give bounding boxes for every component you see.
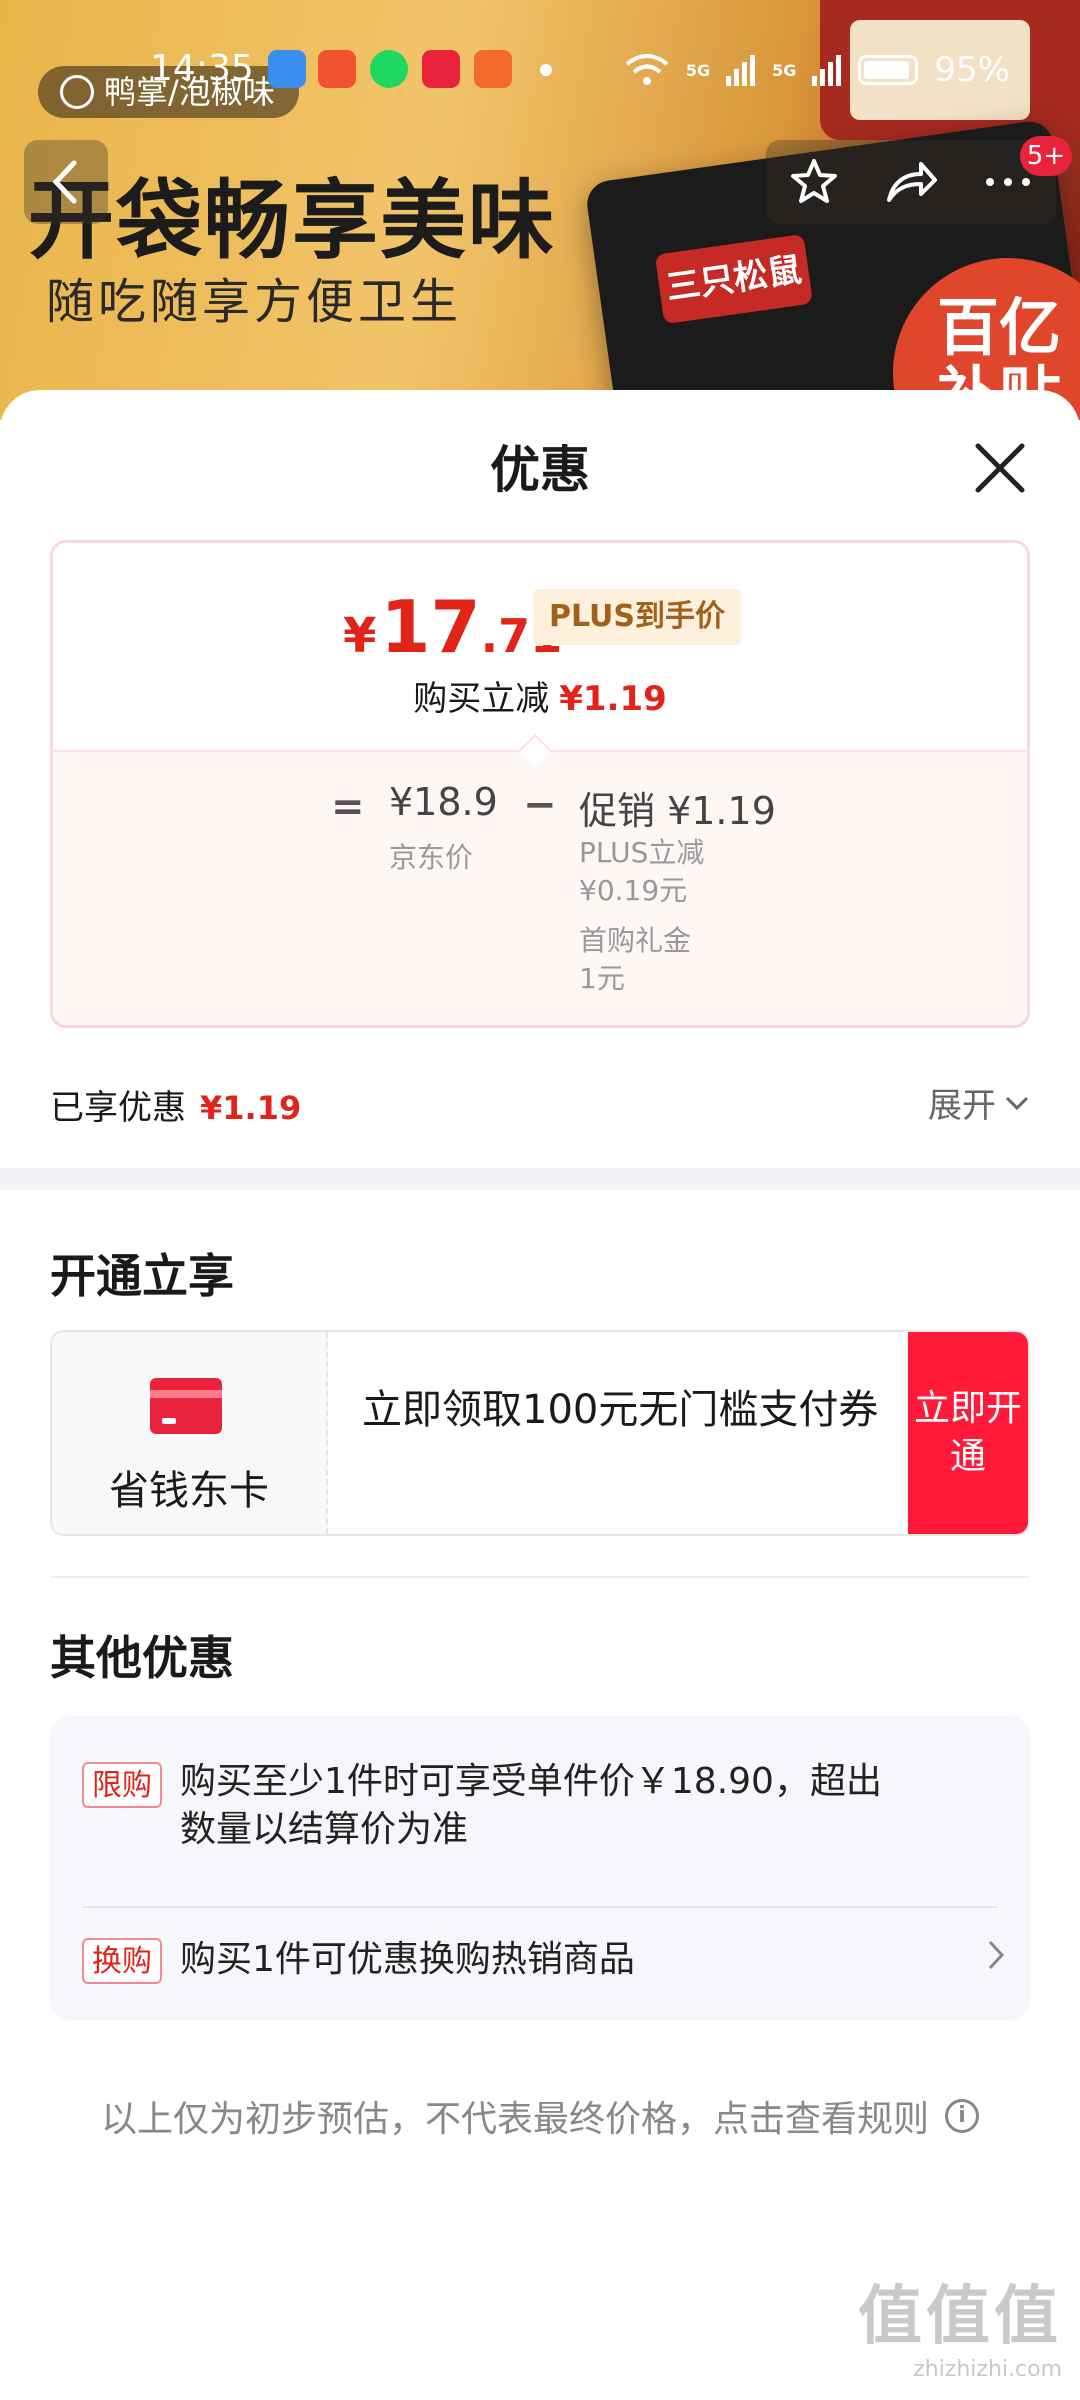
battery-percent: 95% — [934, 50, 1010, 90]
enjoyed-discount: 已享优惠 ¥1.19 — [50, 1080, 301, 1129]
savings-card-text: 立即领取100元无门槛支付券 — [362, 1387, 879, 1433]
promo-detail: 1元 — [579, 962, 625, 995]
signal-icon-2 — [812, 55, 842, 86]
price-formula: = ¥18.9 京东价 − 促销 ¥1.19 PLUS立减 ¥0.19元 首购礼… — [53, 750, 1027, 1025]
chevron-down-icon — [1005, 1096, 1029, 1110]
signal-label-2: 5G — [772, 60, 797, 80]
plus-price-tag: PLUS到手价 — [533, 589, 742, 645]
watermark-url: zhizhizhi.com — [913, 2357, 1062, 2382]
savings-card-name: 省钱东卡 — [109, 1468, 269, 1514]
chevron-left-icon — [52, 160, 77, 204]
price-integer: 17 — [380, 585, 481, 669]
top-action-bar — [766, 140, 1056, 224]
watermark-logo: 值值值 — [858, 2280, 1062, 2354]
minus-sign: − — [523, 782, 557, 828]
promo-detail: 首购礼金 — [579, 924, 692, 957]
message-count-badge: 5+ — [1020, 136, 1072, 176]
promo-detail: ¥0.19元 — [579, 874, 688, 907]
share-icon[interactable] — [883, 156, 939, 208]
bag-logo: 三只松鼠 — [654, 233, 814, 325]
search-app-icon — [268, 50, 306, 88]
exchange-tag: 换购 — [82, 1938, 162, 1984]
enjoyed-label: 已享优惠 — [50, 1088, 186, 1128]
expand-label: 展开 — [928, 1086, 996, 1126]
wifi-icon — [625, 54, 669, 85]
offer-divider — [82, 1906, 998, 1908]
back-button[interactable] — [24, 140, 108, 224]
price-currency: ¥ — [343, 608, 377, 664]
signal-label-1: 5G — [685, 60, 711, 80]
status-bar: 14:35 5G 5G 95% — [0, 40, 1080, 104]
reduce-amount: ¥1.19 — [559, 679, 667, 719]
jd-price: ¥18.9 — [389, 780, 498, 824]
instant-reduce: 购买立减 ¥1.19 — [53, 671, 1027, 720]
enjoyed-amount: ¥1.19 — [200, 1089, 302, 1127]
disclaimer-text: 以上仅为初步预估，不代表最终价格，点击查看规则 — [100, 2099, 929, 2140]
price-breakdown-card: ¥ 17 .71 PLUS到手价 购买立减 ¥1.19 = ¥18.9 京东价 −… — [50, 540, 1030, 1028]
jd-price-label: 京东价 — [389, 841, 474, 874]
reduce-label: 购买立减 — [413, 679, 550, 719]
savings-card-badge: 省钱东卡 — [52, 1332, 328, 1534]
banner-subtitle: 随吃随享方便卫生 — [46, 274, 463, 330]
watermark: 值值值 zhizhizhi.com — [858, 2265, 1062, 2382]
open-section-title: 开通立享 — [50, 1249, 234, 1303]
exchange-offer-text[interactable]: 购买1件可优惠换购热销商品 — [180, 1936, 940, 1984]
promo-amount: 促销 ¥1.19 — [579, 789, 776, 833]
battery-icon — [858, 55, 919, 85]
price-disclaimer[interactable]: 以上仅为初步预估，不代表最终价格，点击查看规则 i — [0, 2090, 1080, 2142]
other-section-title: 其他优惠 — [50, 1631, 234, 1685]
subsidy-badge-line1: 百亿 — [937, 291, 1062, 364]
chevron-right-icon[interactable] — [986, 1938, 1006, 1972]
limit-tag: 限购 — [82, 1762, 162, 1808]
expand-button[interactable]: 展开 — [928, 1078, 1030, 1127]
close-icon[interactable] — [970, 438, 1030, 498]
shopping-app-icon — [474, 50, 512, 88]
signal-icon — [726, 55, 756, 86]
final-price-area: ¥ 17 .71 PLUS到手价 购买立减 ¥1.19 — [53, 543, 1027, 750]
status-time: 14:35 — [150, 48, 254, 89]
promo-detail: PLUS立减 — [579, 836, 705, 869]
divider — [50, 1576, 1030, 1578]
spotify-icon — [370, 50, 408, 88]
final-price: ¥ 17 .71 — [343, 585, 562, 669]
more-notifications-dot — [540, 64, 552, 76]
credit-card-icon — [150, 1378, 222, 1434]
section-divider — [0, 1168, 1080, 1190]
discount-sheet: 优惠 ¥ 17 .71 PLUS到手价 购买立减 ¥1.19 = ¥18.9 京东… — [0, 390, 1080, 2400]
equals-sign: = — [331, 784, 365, 830]
star-icon[interactable] — [788, 156, 840, 208]
more-icon[interactable] — [982, 172, 1034, 192]
info-icon[interactable]: i — [945, 2099, 979, 2133]
savings-card-offer[interactable]: 省钱东卡 立即领取100元无门槛支付券 立即开通 — [50, 1330, 1030, 1536]
status-right: 5G 5G 95% — [624, 50, 1010, 90]
heart-app-icon — [422, 50, 460, 88]
open-now-button[interactable]: 立即开通 — [908, 1332, 1028, 1534]
limit-offer-text: 购买至少1件时可享受单件价￥18.90，超出数量以结算价为准 — [180, 1761, 882, 1850]
app-notification-icon — [318, 50, 356, 88]
sheet-title: 优惠 — [490, 441, 590, 499]
other-offers-box: 限购 购买至少1件时可享受单件价￥18.90，超出数量以结算价为准 换购 购买1… — [50, 1716, 1030, 2020]
